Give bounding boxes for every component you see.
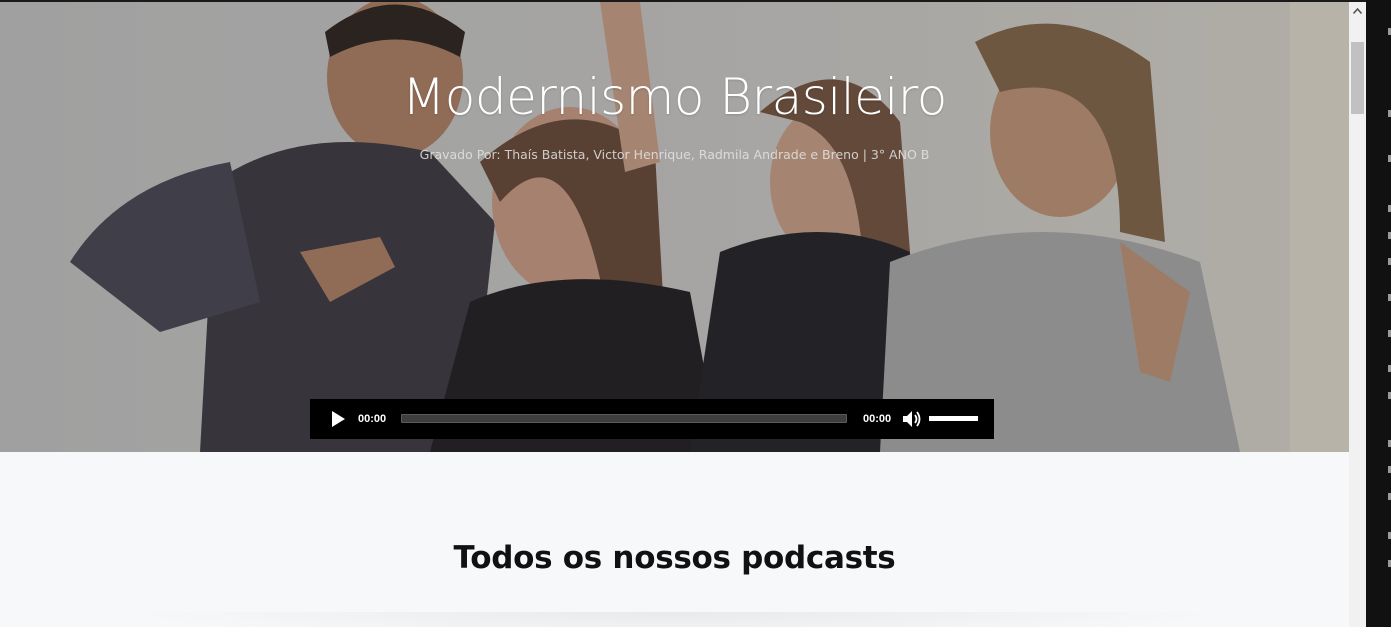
audio-player: 00:00 00:00 xyxy=(310,399,994,439)
current-time: 00:00 xyxy=(358,413,387,425)
page-title: Modernismo Brasileiro xyxy=(402,68,947,126)
adjacent-window-edge xyxy=(1366,0,1391,627)
seek-bar[interactable] xyxy=(401,414,847,423)
podcast-credits: Gravado Por: Thaís Batista, Victor Henri… xyxy=(419,147,930,162)
play-button[interactable] xyxy=(329,410,347,428)
hero-banner: Modernismo Brasileiro Gravado Por: Thaís… xyxy=(0,2,1349,452)
play-icon xyxy=(332,411,345,427)
podcast-card-edge xyxy=(120,612,1230,627)
podcasts-section: Todos os nossos podcasts xyxy=(0,452,1349,627)
scroll-thumb[interactable] xyxy=(1351,42,1364,114)
chevron-up-icon xyxy=(1353,8,1362,14)
speaker-icon xyxy=(903,411,921,427)
scroll-up-button[interactable] xyxy=(1349,2,1366,20)
section-heading: Todos os nossos podcasts xyxy=(453,540,896,576)
duration-time: 00:00 xyxy=(863,413,892,425)
mute-button[interactable] xyxy=(902,410,922,428)
volume-slider[interactable] xyxy=(929,416,978,421)
vertical-scrollbar[interactable] xyxy=(1349,2,1366,627)
